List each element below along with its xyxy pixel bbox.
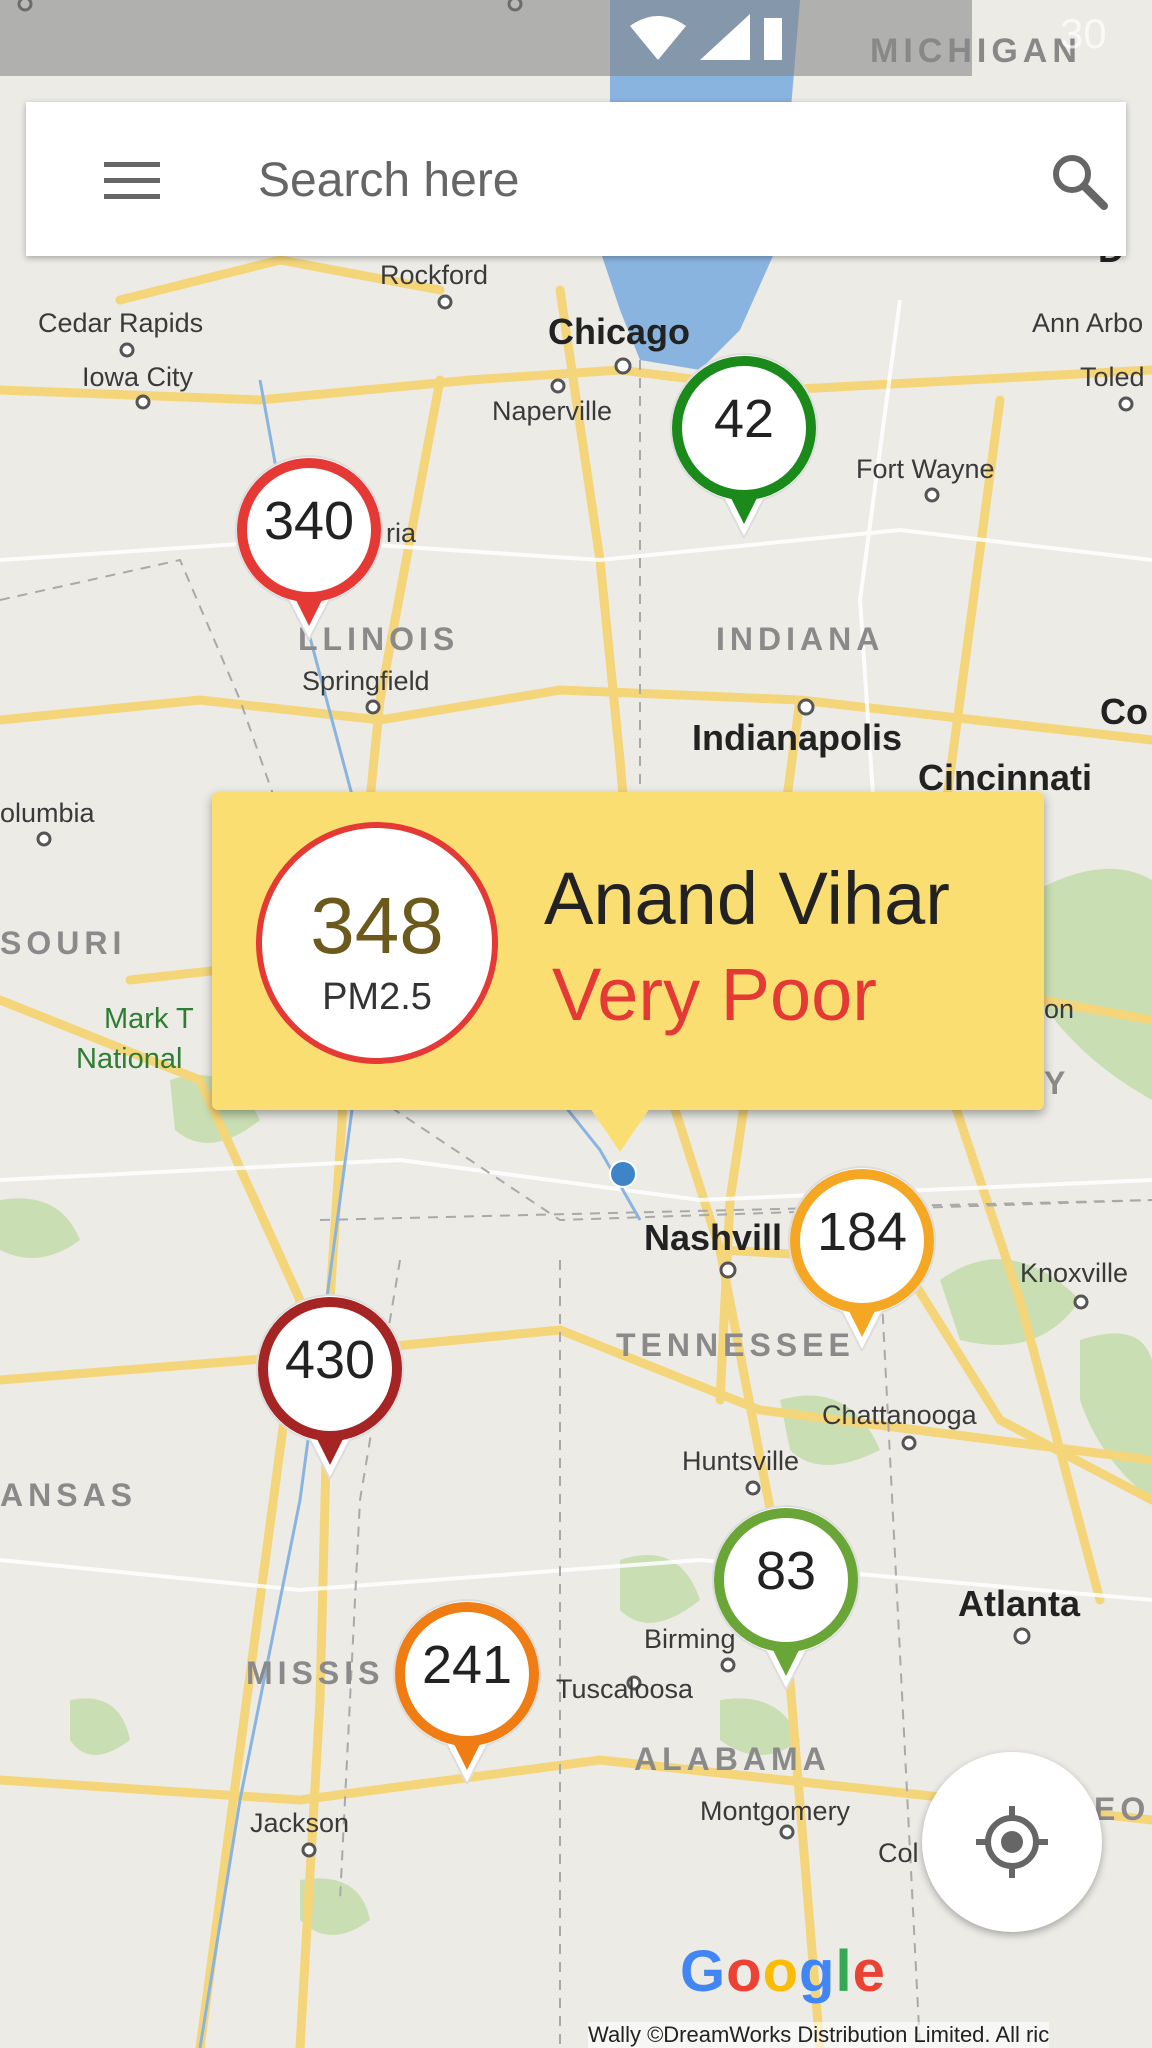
city-label-ann-arbor: Ann Arbo <box>1032 308 1143 338</box>
aqi-marker-value: 83 <box>755 1541 817 1601</box>
my-location-button[interactable] <box>922 1752 1102 1932</box>
aqi-unit: PM2.5 <box>322 976 432 1018</box>
city-label-columbia: olumbia <box>0 798 96 828</box>
city-label-tuscaloosa: Tuscaloosa <box>556 1674 694 1704</box>
status-time: 30 <box>1060 10 1107 57</box>
state-label-missouri: SOURI <box>0 925 126 961</box>
aqi-marker[interactable]: 42 <box>664 348 824 538</box>
aqi-marker-value: 184 <box>816 1202 908 1262</box>
park-label-mark-twain: Mark T <box>104 1003 194 1035</box>
station-name: Anand Vihar <box>544 857 950 940</box>
status-bar <box>0 0 972 76</box>
city-label-columbus: Co <box>1100 691 1148 732</box>
aqi-marker[interactable]: 83 <box>706 1500 866 1690</box>
signal-icon <box>700 14 750 60</box>
state-label-arkansas: ANSAS <box>0 1477 137 1513</box>
state-label-mississippi: MISSIS <box>246 1655 384 1691</box>
battery-icon <box>764 18 782 60</box>
aqi-category: Very Poor <box>552 953 877 1036</box>
aqi-marker[interactable]: 430 <box>250 1289 410 1479</box>
city-label-huntsville: Huntsville <box>682 1446 799 1476</box>
city-label-jackson: Jackson <box>250 1808 349 1838</box>
search-bar <box>26 102 1126 256</box>
city-label-lexington: on <box>1044 994 1074 1024</box>
aqi-value: 348 <box>310 881 444 970</box>
city-label-montgomery: Montgomery <box>700 1796 851 1826</box>
city-label-columbus-ga: Col <box>878 1838 919 1868</box>
menu-icon[interactable] <box>94 154 166 204</box>
crosshair-icon <box>976 1806 1048 1878</box>
city-label-iowa-city: Iowa City <box>82 362 194 392</box>
state-label-alabama: ALABAMA <box>634 1741 831 1777</box>
aqi-marker-value: 42 <box>713 389 775 449</box>
info-window-pointer <box>590 1108 650 1152</box>
city-label-nashville: Nashvill <box>644 1217 782 1258</box>
city-label-toledo: Toled <box>1080 362 1145 392</box>
city-label-chicago: Chicago <box>548 311 690 352</box>
city-label-knoxville: Knoxville <box>1020 1258 1128 1288</box>
aqi-marker-value: 340 <box>263 491 355 551</box>
station-info-window[interactable]: 348 PM2.5 Anand Vihar Very Poor <box>212 792 1044 1152</box>
state-label-michigan: MICHIGAN <box>870 32 1082 70</box>
city-label-peoria: ria <box>386 518 417 548</box>
search-icon[interactable] <box>1048 150 1112 214</box>
aqi-badge: 348 PM2.5 <box>256 822 498 1064</box>
city-label-chattanooga: Chattanooga <box>822 1400 978 1430</box>
city-label-rockford: Rockford <box>380 260 488 290</box>
city-label-fort-wayne: Fort Wayne <box>856 454 995 484</box>
state-label-georgia: EO <box>1094 1791 1150 1827</box>
city-label-indianapolis: Indianapolis <box>692 717 902 758</box>
aqi-marker[interactable]: 340 <box>229 450 389 640</box>
city-label-naperville: Naperville <box>492 396 612 426</box>
google-logo: Google <box>680 1939 886 2004</box>
map-attribution: Wally ©DreamWorks Distribution Limited. … <box>588 2022 1050 2048</box>
wifi-icon <box>630 16 686 60</box>
state-label-indiana: INDIANA <box>716 621 884 657</box>
state-label-kentucky: Y <box>1044 1065 1070 1101</box>
selected-location-dot <box>609 1160 637 1188</box>
search-input[interactable] <box>256 142 980 218</box>
city-label-atlanta: Atlanta <box>958 1583 1081 1624</box>
aqi-marker[interactable]: 241 <box>387 1594 547 1784</box>
aqi-marker[interactable]: 184 <box>782 1161 942 1351</box>
aqi-marker-value: 430 <box>284 1330 376 1390</box>
park-label-national: National <box>76 1043 182 1075</box>
aqi-marker-value: 241 <box>421 1635 513 1695</box>
svg-text:MICHIGAN: MICHIGAN <box>870 32 1082 70</box>
city-label-springfield: Springfield <box>302 666 430 696</box>
city-label-cedar-rapids: Cedar Rapids <box>38 308 203 338</box>
